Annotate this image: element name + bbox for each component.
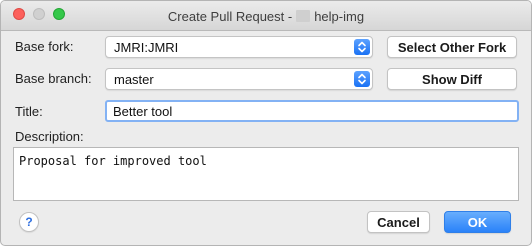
base-fork-label: Base fork:	[15, 39, 74, 54]
help-button[interactable]: ?	[19, 212, 39, 232]
select-arrows-icon	[354, 71, 370, 87]
help-icon: ?	[25, 215, 33, 229]
select-other-fork-button[interactable]: Select Other Fork	[387, 36, 517, 58]
title-bar[interactable]: Create Pull Request - help-img	[1, 1, 531, 31]
description-label: Description:	[15, 129, 84, 144]
cancel-button[interactable]: Cancel	[367, 211, 430, 233]
redacted-repo-name	[296, 10, 311, 22]
base-fork-select[interactable]: JMRI:JMRI	[105, 36, 373, 58]
base-branch-select[interactable]: master	[105, 68, 373, 90]
ok-button[interactable]: OK	[444, 211, 511, 233]
create-pull-request-dialog: Create Pull Request - help-img Base fork…	[0, 0, 532, 246]
window-title-suffix: help-img	[314, 8, 365, 24]
show-diff-button[interactable]: Show Diff	[387, 68, 517, 90]
window-title: Create Pull Request - help-img	[1, 1, 531, 31]
base-branch-value: master	[114, 72, 154, 87]
title-input-value: Better tool	[113, 104, 173, 119]
base-fork-value: JMRI:JMRI	[114, 40, 179, 55]
window-title-prefix: Create Pull Request -	[167, 8, 293, 24]
title-input[interactable]: Better tool	[105, 100, 519, 122]
base-branch-label: Base branch:	[15, 71, 92, 86]
description-text: Proposal for improved tool	[19, 154, 207, 168]
title-label: Title:	[15, 104, 43, 119]
select-arrows-icon	[354, 39, 370, 55]
description-textarea[interactable]: Proposal for improved tool	[13, 147, 519, 201]
